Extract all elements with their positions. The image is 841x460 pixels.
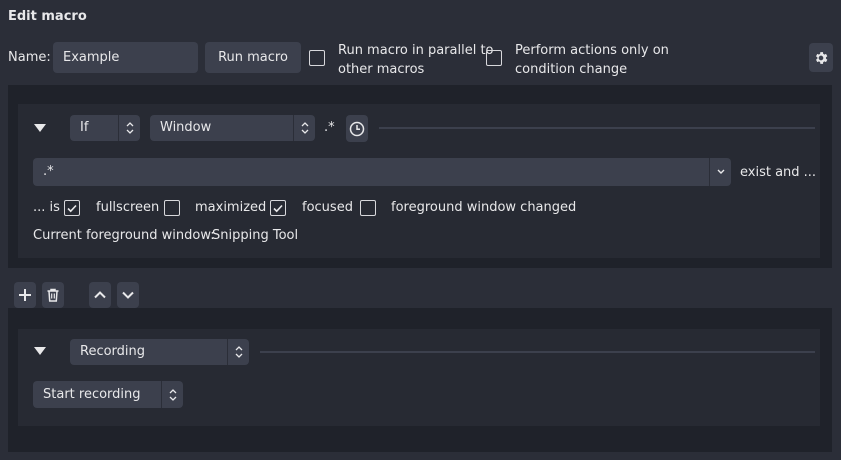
checkmark-icon <box>67 204 77 213</box>
collapse-triangle-icon <box>34 124 46 132</box>
recording-action-value: Start recording <box>43 387 141 402</box>
focused-label: focused <box>302 200 353 215</box>
logic-select-value: If <box>80 120 89 135</box>
foreground-changed-label: foreground window changed <box>391 200 577 215</box>
delete-action-button[interactable] <box>42 282 64 308</box>
updown-icon <box>118 115 140 141</box>
window-combobox-value: .* <box>43 164 54 179</box>
chevron-down-icon <box>122 291 134 299</box>
fullscreen-label: fullscreen <box>96 200 160 215</box>
checkmark-icon <box>273 204 283 213</box>
condition-type-select[interactable]: Window <box>150 115 315 141</box>
regex-label: .* <box>324 120 335 135</box>
fullscreen-checkbox[interactable] <box>64 200 80 216</box>
add-action-button[interactable] <box>14 282 36 308</box>
trash-icon <box>47 288 59 302</box>
focused-checkbox[interactable] <box>270 200 286 216</box>
onchange-checkbox[interactable] <box>486 50 502 66</box>
name-input-value: Example <box>63 50 120 65</box>
gear-icon <box>816 51 828 64</box>
collapse-triangle-icon <box>34 347 46 355</box>
settings-button[interactable] <box>809 43 833 72</box>
current-window-label: Current foreground window: <box>33 228 215 243</box>
onchange-label-line2: condition change <box>515 62 628 77</box>
onchange-label-line1: Perform actions only on <box>515 43 669 58</box>
action-header-divider <box>260 351 815 353</box>
exist-label: exist and ... <box>740 165 817 180</box>
parallel-label-line1: Run macro in parallel to <box>338 43 494 58</box>
dialog-title: Edit macro <box>8 9 87 24</box>
is-label: ... is <box>33 200 60 215</box>
action-type-value: Recording <box>80 344 146 359</box>
header-divider <box>379 127 815 129</box>
window-combobox[interactable]: .* <box>33 158 731 186</box>
parallel-label: Run macro in parallel to other macros <box>338 41 494 79</box>
recording-action-select[interactable]: Start recording <box>33 381 183 408</box>
condition-type-value: Window <box>160 120 212 135</box>
current-window-value: Snipping Tool <box>212 228 299 243</box>
maximized-label: maximized <box>195 200 267 215</box>
move-up-button[interactable] <box>89 282 111 308</box>
name-label: Name: <box>8 50 51 65</box>
name-input[interactable]: Example <box>53 42 198 73</box>
chevron-up-icon <box>94 291 106 299</box>
clock-icon <box>349 121 365 136</box>
collapse-condition-toggle[interactable] <box>34 124 46 132</box>
run-macro-button[interactable]: Run macro <box>205 42 301 73</box>
action-type-select[interactable]: Recording <box>70 339 249 365</box>
maximized-checkbox[interactable] <box>164 200 180 216</box>
parallel-label-line2: other macros <box>338 62 425 77</box>
plus-icon <box>19 289 31 301</box>
move-down-button[interactable] <box>117 282 139 308</box>
parallel-checkbox[interactable] <box>309 50 325 66</box>
updown-icon <box>293 115 315 141</box>
duration-button[interactable] <box>346 115 368 142</box>
chevron-down-icon <box>709 158 731 186</box>
logic-select[interactable]: If <box>70 115 140 141</box>
onchange-label: Perform actions only on condition change <box>515 41 669 79</box>
collapse-action-toggle[interactable] <box>34 347 46 355</box>
foreground-changed-checkbox[interactable] <box>360 200 376 216</box>
updown-icon <box>227 339 249 365</box>
updown-icon <box>161 381 183 408</box>
